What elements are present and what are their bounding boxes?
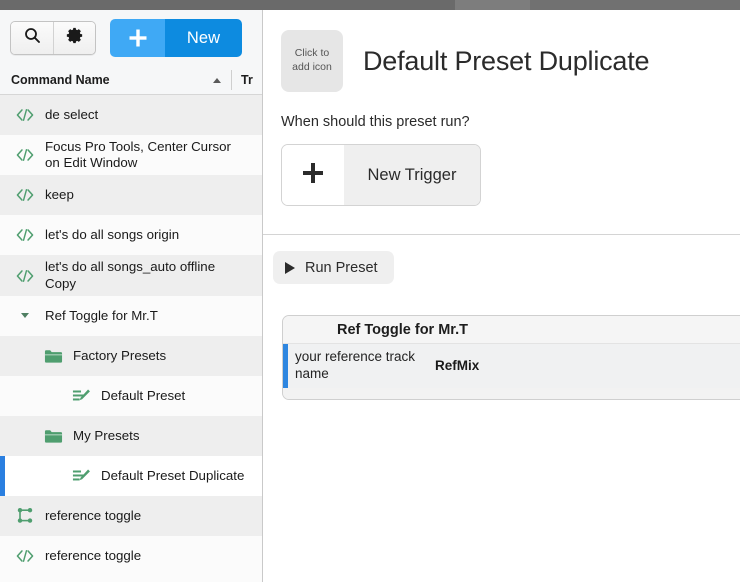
preset-icon (70, 468, 92, 484)
add-icon-line2: add icon (292, 61, 332, 73)
card-parameter-row[interactable]: your reference track name RefMix (283, 343, 740, 388)
command-list[interactable]: de select Focus Pro Tools, Center Cursor … (0, 95, 262, 582)
gear-icon (66, 27, 83, 49)
list-item-label: de select (45, 106, 99, 122)
new-trigger-plus-section (282, 145, 344, 205)
run-preset-button[interactable]: Run Preset (273, 251, 394, 284)
code-icon (14, 549, 36, 563)
list-item-label: reference toggle (45, 547, 142, 563)
search-icon (24, 27, 41, 49)
list-item-label: Default Preset Duplicate (101, 467, 245, 483)
plus-icon (298, 158, 328, 193)
list-item[interactable]: Factory Presets (0, 335, 262, 376)
column-trigger[interactable]: Tr (232, 73, 262, 87)
list-item-label: keep (45, 187, 74, 203)
column-command-name-label: Command Name (11, 73, 110, 87)
code-icon (14, 148, 36, 162)
card-parameter-label: your reference track name (295, 349, 416, 381)
code-icon (14, 108, 36, 122)
preset-icon (70, 388, 92, 404)
add-icon-placeholder[interactable]: Click to add icon (281, 30, 343, 92)
list-item-label: Default Preset (101, 387, 186, 403)
section-divider (263, 234, 740, 235)
list-item-label: Factory Presets (73, 347, 167, 363)
folder-icon (42, 348, 64, 364)
chevron-down-icon[interactable] (14, 313, 36, 319)
preset-action-card[interactable]: Ref Toggle for Mr.T your reference track… (282, 315, 740, 400)
list-item[interactable]: reference toggle (0, 535, 262, 576)
page-title: Default Preset Duplicate (363, 45, 650, 76)
search-button[interactable] (11, 22, 53, 54)
play-icon (285, 261, 295, 274)
when-should-run-label: When should this preset run? (281, 114, 470, 130)
list-item[interactable]: My Presets (0, 415, 262, 456)
list-item-label: Ref Toggle for Mr.T (45, 307, 158, 323)
list-item[interactable]: Default Preset (0, 375, 262, 416)
list-item-label: Focus Pro Tools, Center Cursor on Edit W… (45, 139, 231, 171)
run-preset-label: Run Preset (305, 259, 378, 276)
preset-detail-pane: Click to add icon Default Preset Duplica… (263, 10, 740, 582)
titlebar-segment-mid (455, 0, 530, 10)
list-item[interactable]: Default Preset Duplicate (0, 455, 262, 496)
sort-ascending-icon (213, 77, 221, 83)
list-item-label: let's do all songs_auto offline Copy (45, 259, 216, 291)
code-icon (14, 188, 36, 202)
column-trigger-label: Tr (241, 73, 253, 87)
app-root: New Command Name Tr de select Focus Pro T… (0, 10, 740, 582)
card-header: Ref Toggle for Mr.T (283, 316, 740, 343)
settings-button[interactable] (53, 22, 95, 54)
new-button-label: New (165, 19, 242, 57)
code-icon (14, 228, 36, 242)
card-parameter-value[interactable]: RefMix (435, 358, 479, 373)
code-icon (14, 269, 36, 283)
toolbar-segmented-group (10, 21, 96, 55)
add-icon-line1: Click to (294, 47, 330, 60)
list-item[interactable]: let's do all songs origin (0, 215, 262, 256)
card-footer (283, 387, 740, 399)
preset-header: Click to add icon Default Preset Duplica… (263, 10, 740, 102)
new-button[interactable]: New (110, 19, 242, 57)
command-list-sidebar: New Command Name Tr de select Focus Pro T… (0, 10, 263, 582)
titlebar-segment-right (530, 0, 740, 10)
list-item-label: let's do all songs origin (45, 227, 180, 243)
folder-icon (42, 428, 64, 444)
new-trigger-label: New Trigger (344, 145, 480, 205)
titlebar-segment-left (0, 0, 455, 10)
plus-icon (126, 26, 150, 50)
list-item-label: reference toggle (45, 507, 142, 523)
list-item[interactable]: de select (0, 95, 262, 135)
list-item-label: My Presets (73, 427, 140, 443)
list-item[interactable]: Focus Pro Tools, Center Cursor on Edit W… (0, 135, 262, 176)
list-column-header: Command Name Tr (0, 66, 262, 95)
column-command-name[interactable]: Command Name (0, 66, 231, 94)
list-item[interactable]: keep (0, 175, 262, 216)
sidebar-toolbar: New (0, 10, 262, 66)
list-item[interactable]: Ref Toggle for Mr.T (0, 295, 262, 336)
new-plus-section[interactable] (110, 19, 165, 57)
branch-icon (14, 507, 36, 524)
window-titlebar (0, 0, 740, 10)
list-item[interactable]: let's do all songs_auto offline Copy (0, 255, 262, 296)
list-item[interactable]: reference toggle (0, 495, 262, 536)
new-trigger-button[interactable]: New Trigger (281, 144, 481, 206)
